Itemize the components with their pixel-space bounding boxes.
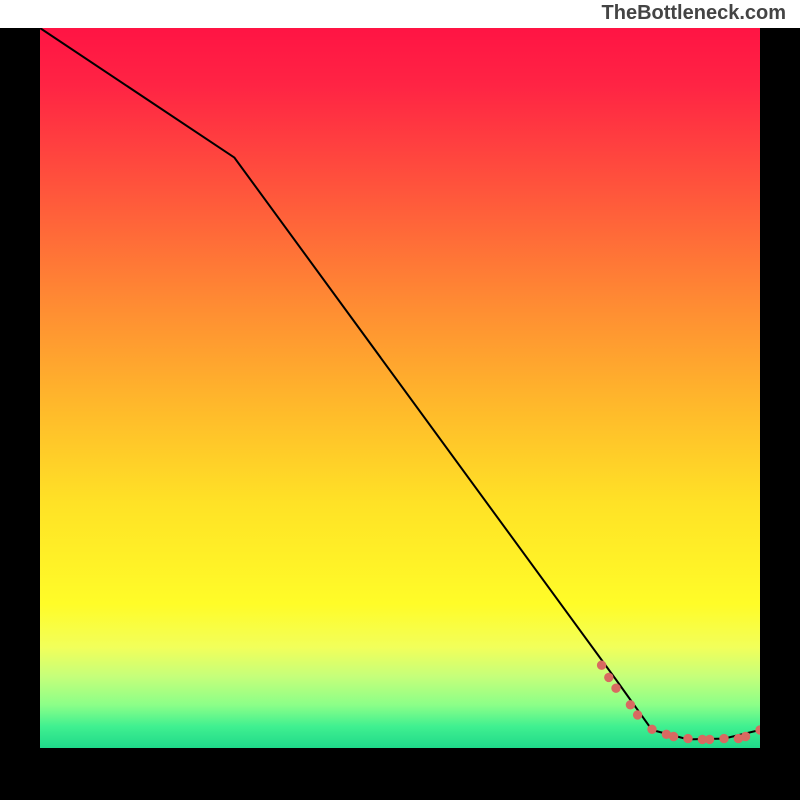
data-point: [597, 661, 605, 669]
bottleneck-curve: [40, 28, 760, 739]
watermark-text: TheBottleneck.com: [602, 2, 786, 24]
data-point: [633, 711, 641, 719]
data-point: [669, 732, 677, 740]
data-point: [684, 734, 692, 742]
data-point: [741, 732, 749, 740]
data-point: [756, 726, 760, 734]
data-points-group: [597, 661, 760, 744]
figure-frame: TheBottleneck.com: [0, 0, 800, 800]
data-point: [612, 684, 620, 692]
data-point: [626, 701, 634, 709]
data-point: [648, 725, 656, 733]
chart-svg: [40, 28, 760, 748]
data-point: [705, 735, 713, 743]
header-bar: TheBottleneck.com: [0, 0, 800, 28]
data-point: [720, 734, 728, 742]
plot-area: [40, 28, 760, 748]
data-point: [605, 673, 613, 681]
